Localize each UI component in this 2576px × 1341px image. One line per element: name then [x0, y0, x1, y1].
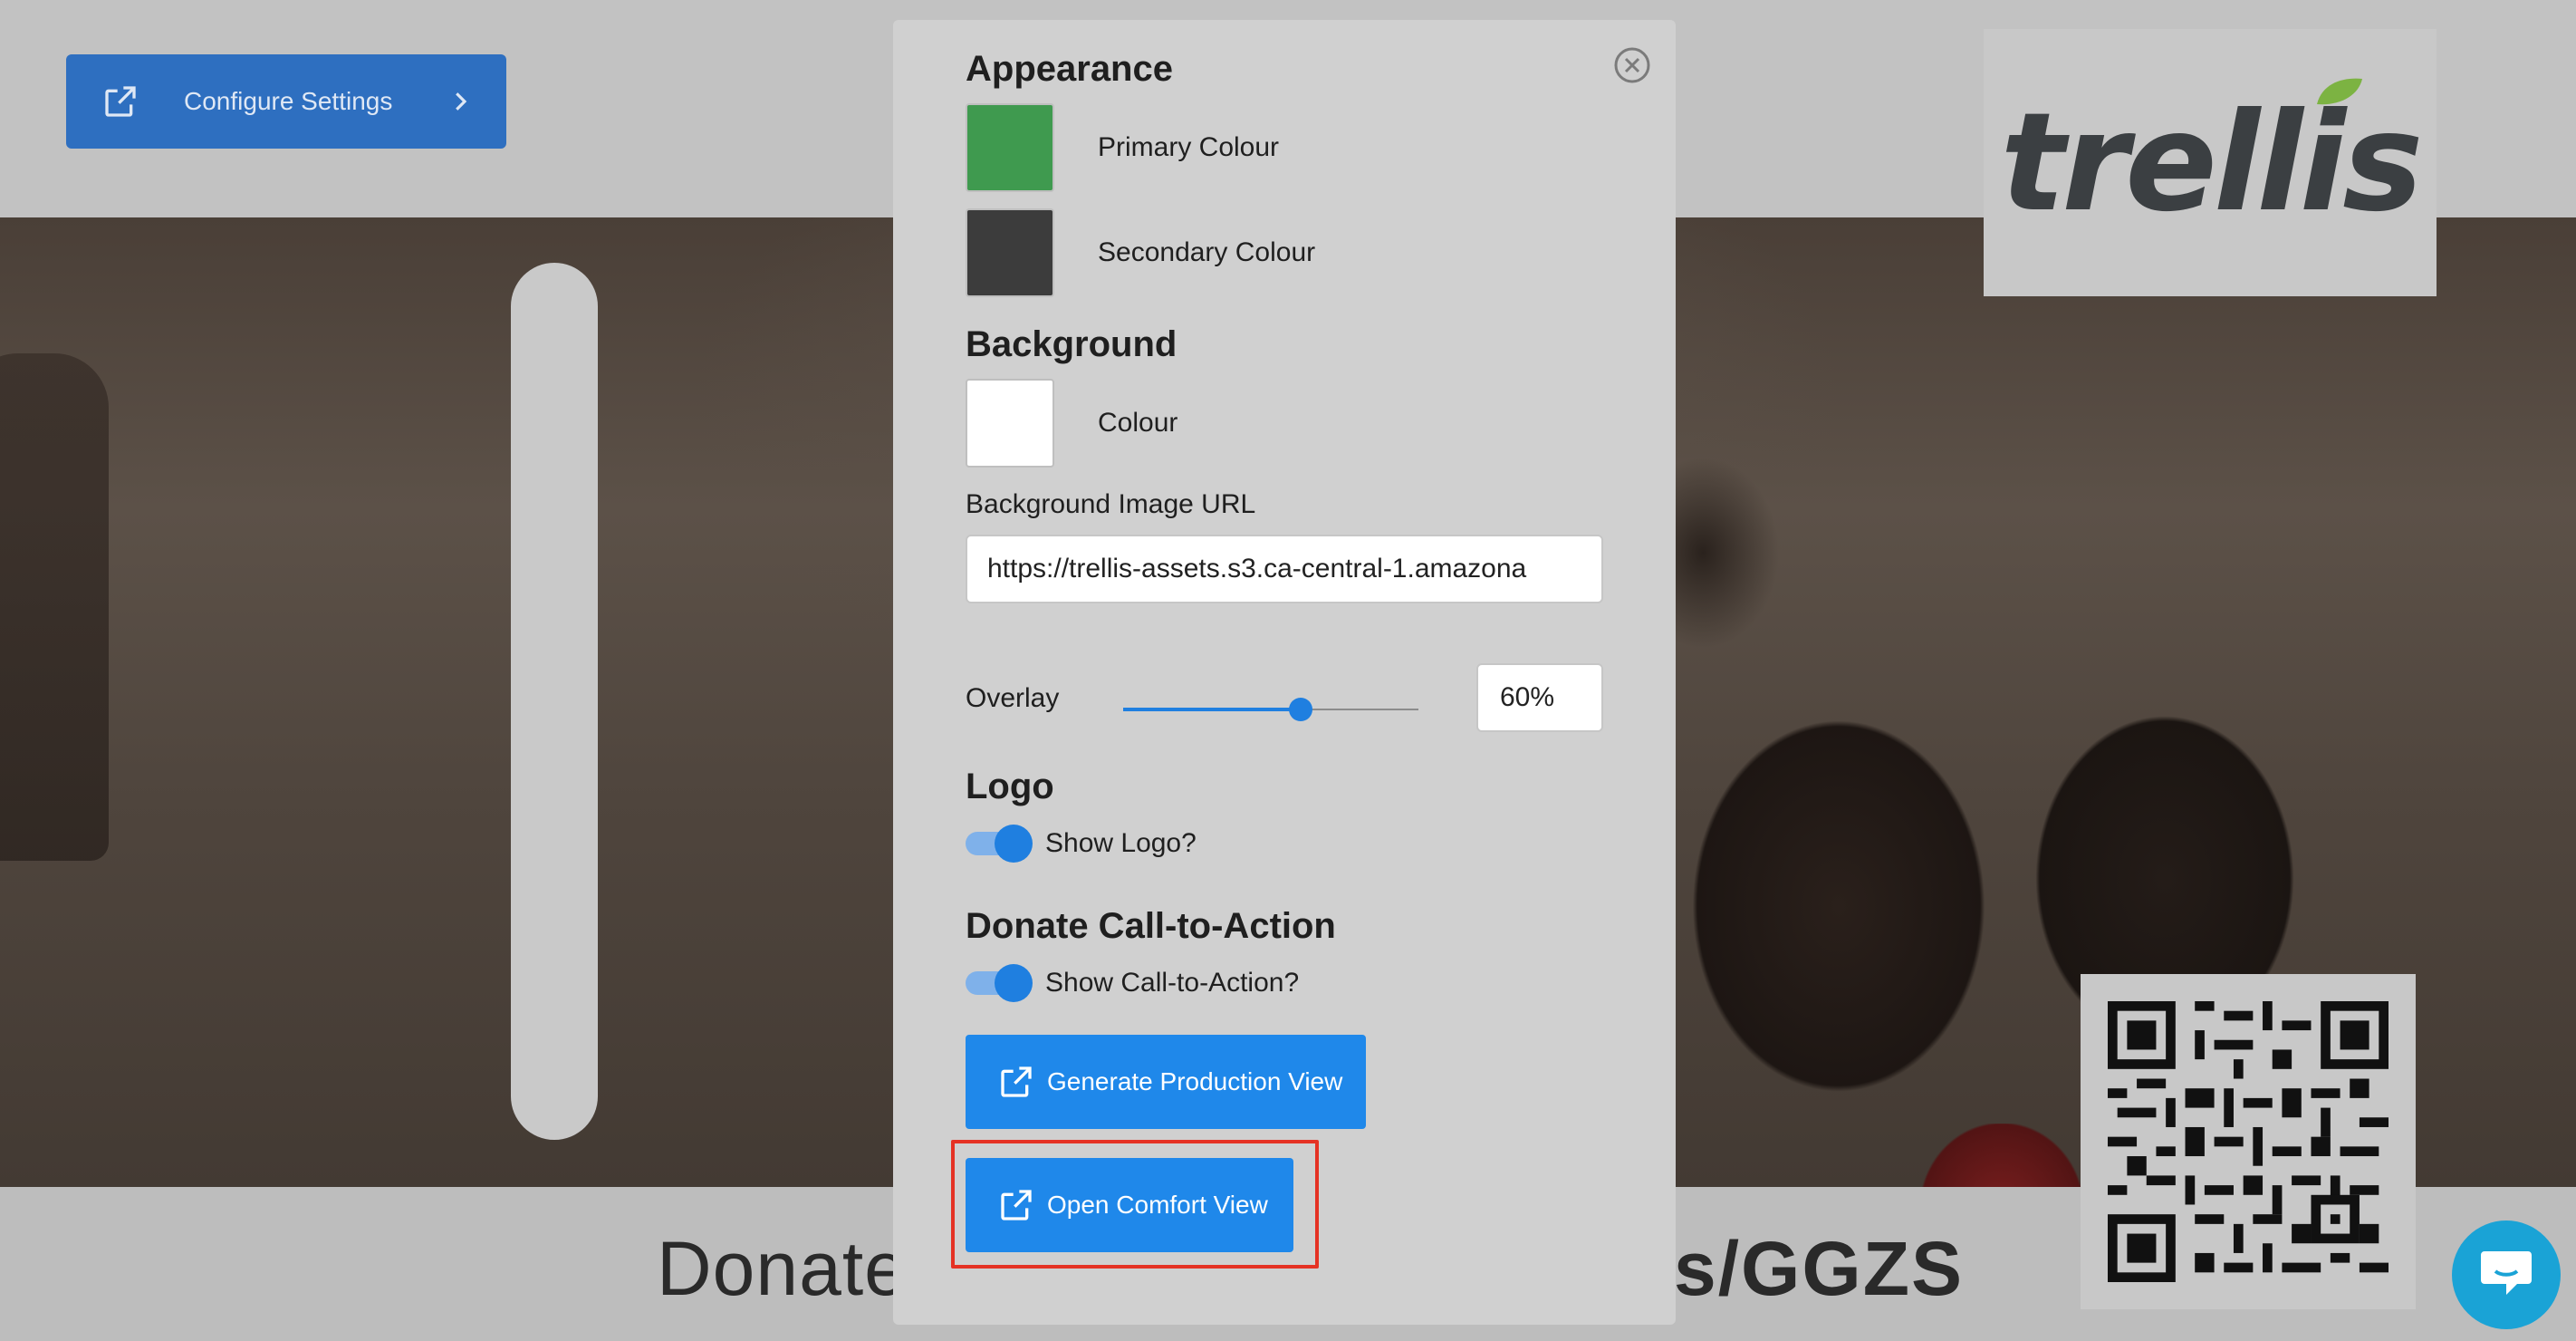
background-image-url-label: Background Image URL	[966, 489, 1256, 519]
overlay-slider-thumb[interactable]	[1289, 698, 1312, 721]
show-logo-toggle[interactable]	[966, 825, 1033, 863]
settings-modal: Appearance Primary Colour Secondary Colo…	[893, 20, 1676, 1325]
generate-production-view-label: Generate Production View	[1047, 1067, 1343, 1095]
show-logo-label: Show Logo?	[1045, 828, 1197, 858]
external-link-icon	[1001, 1066, 1032, 1097]
secondary-colour-label: Secondary Colour	[1098, 237, 1316, 267]
configure-settings-label: Configure Settings	[184, 87, 393, 115]
secondary-colour-swatch[interactable]	[966, 208, 1054, 297]
toggle-knob	[995, 964, 1033, 1002]
photo-figure	[0, 353, 109, 861]
background-colour-swatch[interactable]	[966, 379, 1054, 468]
qr-code-icon	[2108, 1001, 2389, 1282]
show-cta-label: Show Call-to-Action?	[1045, 968, 1300, 998]
background-colour-label: Colour	[1098, 408, 1178, 438]
overlay-percent-input[interactable]	[1476, 663, 1603, 732]
chat-button[interactable]	[2452, 1220, 2561, 1329]
primary-colour-label: Primary Colour	[1098, 132, 1280, 162]
overlay-slider-fill	[1123, 708, 1301, 711]
show-cta-toggle[interactable]	[966, 964, 1033, 1002]
donate-code: s/GGZS	[1674, 1226, 1965, 1311]
primary-colour-swatch[interactable]	[966, 103, 1054, 192]
photo-detail	[1920, 1124, 2083, 1187]
overlay-label: Overlay	[966, 683, 1060, 713]
logo-panel: trellis	[1984, 29, 2437, 296]
trellis-logo: trellis	[2000, 78, 2424, 242]
appearance-heading: Appearance	[966, 49, 1173, 89]
chat-icon	[2481, 1251, 2532, 1295]
close-icon[interactable]	[1612, 45, 1652, 85]
logo-wordmark: trellis	[2000, 83, 2424, 242]
configure-settings-button[interactable]: Configure Settings	[66, 54, 506, 149]
logo-heading: Logo	[966, 767, 1054, 806]
donate-cta-heading: Donate Call-to-Action	[966, 906, 1336, 946]
external-link-icon	[105, 86, 136, 117]
leaf-icon	[2316, 78, 2362, 104]
overlay-slider-track	[1301, 709, 1418, 710]
highlight-box	[951, 1140, 1319, 1269]
background-heading: Background	[966, 324, 1177, 364]
donate-text: Donate	[657, 1226, 908, 1311]
generate-production-view-button[interactable]: Generate Production View	[966, 1035, 1366, 1129]
background-image-url-input[interactable]	[966, 535, 1603, 603]
chevron-right-icon	[456, 92, 467, 111]
toggle-knob	[995, 825, 1033, 863]
qr-code-panel	[2081, 974, 2416, 1309]
vertical-scroll-track[interactable]	[511, 263, 598, 1140]
overlay-slider[interactable]	[1123, 696, 1418, 723]
